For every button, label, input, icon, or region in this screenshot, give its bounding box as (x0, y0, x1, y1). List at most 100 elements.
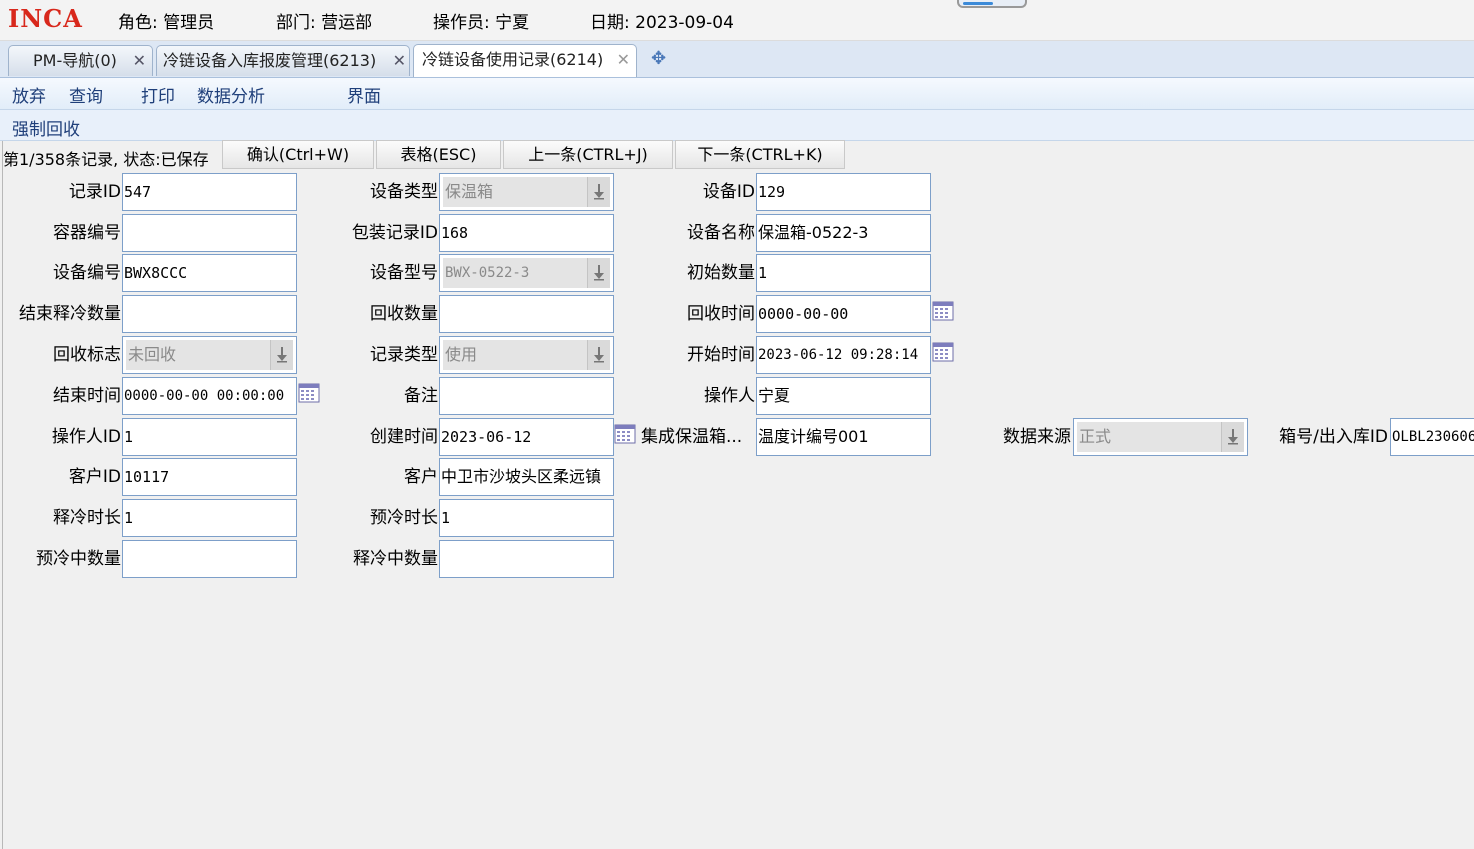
initial-qty-label: 初始数量 (687, 263, 755, 283)
tab-label: PM-导航(0) (33, 51, 117, 70)
calendar-icon[interactable] (932, 341, 954, 363)
inca-logo: INCA (8, 4, 83, 33)
next-record-button[interactable]: 下一条(CTRL+K) (675, 140, 845, 169)
package-record-id-label: 包装记录ID (351, 223, 438, 243)
initial-qty-field[interactable]: 1 (756, 254, 931, 292)
table-button[interactable]: 表格(ESC) (376, 140, 501, 169)
customer-field[interactable]: 中卫市沙坡头区柔远镇 (439, 458, 614, 496)
confirm-button[interactable]: 确认(Ctrl+W) (222, 140, 374, 169)
sub-menu-bar: 强制回收 (0, 110, 1474, 141)
device-no-label: 设备编号 (53, 263, 121, 283)
device-id-field[interactable]: 129 (756, 173, 931, 211)
prev-record-button[interactable]: 上一条(CTRL+J) (503, 140, 673, 169)
record-type-label: 记录类型 (370, 345, 438, 365)
container-no-field[interactable] (122, 214, 297, 252)
menu-interface[interactable]: 界面 (347, 82, 381, 107)
integrated-box-field[interactable]: 温度计编号001 (756, 418, 931, 456)
close-icon[interactable]: ✕ (393, 46, 406, 76)
precool-qty-label: 预冷中数量 (36, 549, 121, 569)
record-status: 第1/358条记录, 状态:已保存 (3, 150, 209, 169)
recycle-qty-field[interactable] (439, 295, 614, 333)
department-info: 部门: 营运部 (276, 13, 373, 33)
record-id-label: 记录ID (68, 182, 121, 202)
box-io-id-label: 箱号/出入库ID (1279, 427, 1388, 447)
device-type-select[interactable]: 保温箱 (439, 173, 614, 211)
menu-bar: 放弃 查询 打印 数据分析 界面 (0, 78, 1474, 110)
calendar-icon[interactable] (932, 300, 954, 322)
device-name-field[interactable]: 保温箱-0522-3 (756, 214, 931, 252)
dropdown-arrow-icon[interactable] (587, 177, 610, 207)
create-time-field[interactable]: 2023-06-12 (439, 418, 614, 456)
menu-discard[interactable]: 放弃 (12, 82, 46, 107)
role-info: 角色: 管理员 (118, 13, 215, 33)
end-time-field[interactable]: 0000-00-00 00:00:00 (122, 377, 297, 415)
customer-label: 客户 (404, 467, 438, 487)
date-info: 日期: 2023-09-04 (590, 13, 734, 33)
device-no-field[interactable]: BWX8CCC (122, 254, 297, 292)
calendar-icon[interactable] (298, 382, 320, 404)
operator-id-field[interactable]: 1 (122, 418, 297, 456)
releasing-qty-label: 释冷中数量 (353, 549, 438, 569)
device-id-label: 设备ID (702, 182, 755, 202)
recycle-flag-select[interactable]: 未回收 (122, 336, 297, 374)
dropdown-arrow-icon[interactable] (270, 340, 293, 370)
device-name-label: 设备名称 (687, 223, 755, 243)
data-source-value: 正式 (1077, 422, 1244, 452)
menu-force-recycle[interactable]: 强制回收 (12, 115, 80, 140)
calendar-icon[interactable] (614, 423, 636, 445)
menu-data-analysis[interactable]: 数据分析 (197, 82, 265, 107)
dropdown-arrow-icon[interactable] (1221, 422, 1244, 452)
container-no-label: 容器编号 (53, 223, 121, 243)
device-model-label: 设备型号 (370, 263, 438, 283)
record-id-field[interactable]: 547 (122, 173, 297, 211)
start-time-field[interactable]: 2023-06-12 09:28:14 (756, 336, 931, 374)
tab-label: 冷链设备入库报废管理(6213) (163, 51, 377, 70)
tab-pm-navigation[interactable]: PM-导航(0) ✕ (8, 45, 153, 76)
release-duration-field[interactable]: 1 (122, 499, 297, 537)
end-time-label: 结束时间 (53, 386, 121, 406)
precool-duration-label: 预冷时长 (370, 508, 438, 528)
data-source-select[interactable]: 正式 (1073, 418, 1248, 456)
tab-cold-chain-inbound-scrap[interactable]: 冷链设备入库报废管理(6213) ✕ (156, 45, 410, 76)
precool-qty-field[interactable] (122, 540, 297, 578)
customer-id-field[interactable]: 10117 (122, 458, 297, 496)
create-time-label: 创建时间 (370, 427, 438, 447)
package-record-id-field[interactable]: 168 (439, 214, 614, 252)
tab-label: 冷链设备使用记录(6214) (422, 50, 604, 69)
record-type-value: 使用 (443, 340, 610, 370)
dropdown-arrow-icon[interactable] (587, 258, 610, 288)
device-type-label: 设备类型 (370, 182, 438, 202)
start-time-label: 开始时间 (687, 345, 755, 365)
dropdown-arrow-icon[interactable] (587, 340, 610, 370)
device-model-value: BWX-0522-3 (443, 258, 610, 288)
operator-field[interactable]: 宁夏 (756, 377, 931, 415)
close-icon[interactable]: ✕ (617, 45, 630, 75)
precool-duration-field[interactable]: 1 (439, 499, 614, 537)
menu-query[interactable]: 查询 (69, 82, 103, 107)
recycle-flag-label: 回收标志 (53, 345, 121, 365)
menu-print[interactable]: 打印 (141, 82, 175, 107)
recycle-time-label: 回收时间 (687, 304, 755, 324)
add-tab-icon[interactable]: ✥ (651, 48, 666, 69)
box-io-id-field[interactable]: OLBL230606 (1390, 418, 1474, 456)
top-slider-handle[interactable] (957, 0, 1027, 8)
end-release-qty-field[interactable] (122, 295, 297, 333)
recycle-time-field[interactable]: 0000-00-00 (756, 295, 931, 333)
close-icon[interactable]: ✕ (133, 46, 146, 76)
remark-field[interactable] (439, 377, 614, 415)
data-source-label: 数据来源 (1003, 427, 1071, 447)
customer-id-label: 客户ID (68, 467, 121, 487)
recycle-flag-value: 未回收 (126, 340, 293, 370)
record-type-select[interactable]: 使用 (439, 336, 614, 374)
device-type-value: 保温箱 (443, 177, 610, 207)
recycle-qty-label: 回收数量 (370, 304, 438, 324)
operator-id-label: 操作人ID (51, 427, 121, 447)
operator-info: 操作员: 宁夏 (433, 13, 530, 33)
tab-cold-chain-usage-record[interactable]: 冷链设备使用记录(6214) ✕ (413, 44, 637, 77)
top-bar: INCA 角色: 管理员 部门: 营运部 操作员: 宁夏 日期: 2023-09… (0, 0, 1474, 41)
integrated-box-label: 集成保温箱... (641, 427, 743, 447)
remark-label: 备注 (404, 386, 438, 406)
release-duration-label: 释冷时长 (53, 508, 121, 528)
device-model-select[interactable]: BWX-0522-3 (439, 254, 614, 292)
releasing-qty-field[interactable] (439, 540, 614, 578)
